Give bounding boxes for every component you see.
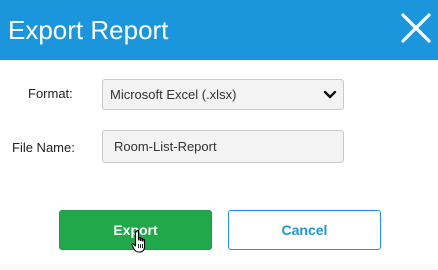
cancel-button[interactable]: Cancel — [228, 210, 381, 250]
format-label: Format: — [28, 86, 73, 101]
filename-label: File Name: — [12, 140, 75, 155]
filename-input[interactable]: Room-List-Report — [102, 130, 344, 163]
close-button[interactable] — [398, 10, 434, 46]
dialog-title: Export Report — [8, 15, 169, 45]
format-select-value: Microsoft Excel (.xlsx) — [110, 87, 237, 102]
chevron-down-icon — [323, 90, 337, 99]
export-report-dialog: Export Report Format: Microsoft Excel (.… — [0, 0, 438, 270]
hand-pointer-icon — [131, 229, 146, 253]
close-icon — [401, 13, 431, 43]
format-select[interactable]: Microsoft Excel (.xlsx) — [102, 79, 344, 110]
dialog-footer-edge — [0, 264, 438, 270]
dialog-header: Export Report — [0, 0, 438, 60]
filename-input-value: Room-List-Report — [114, 139, 217, 154]
